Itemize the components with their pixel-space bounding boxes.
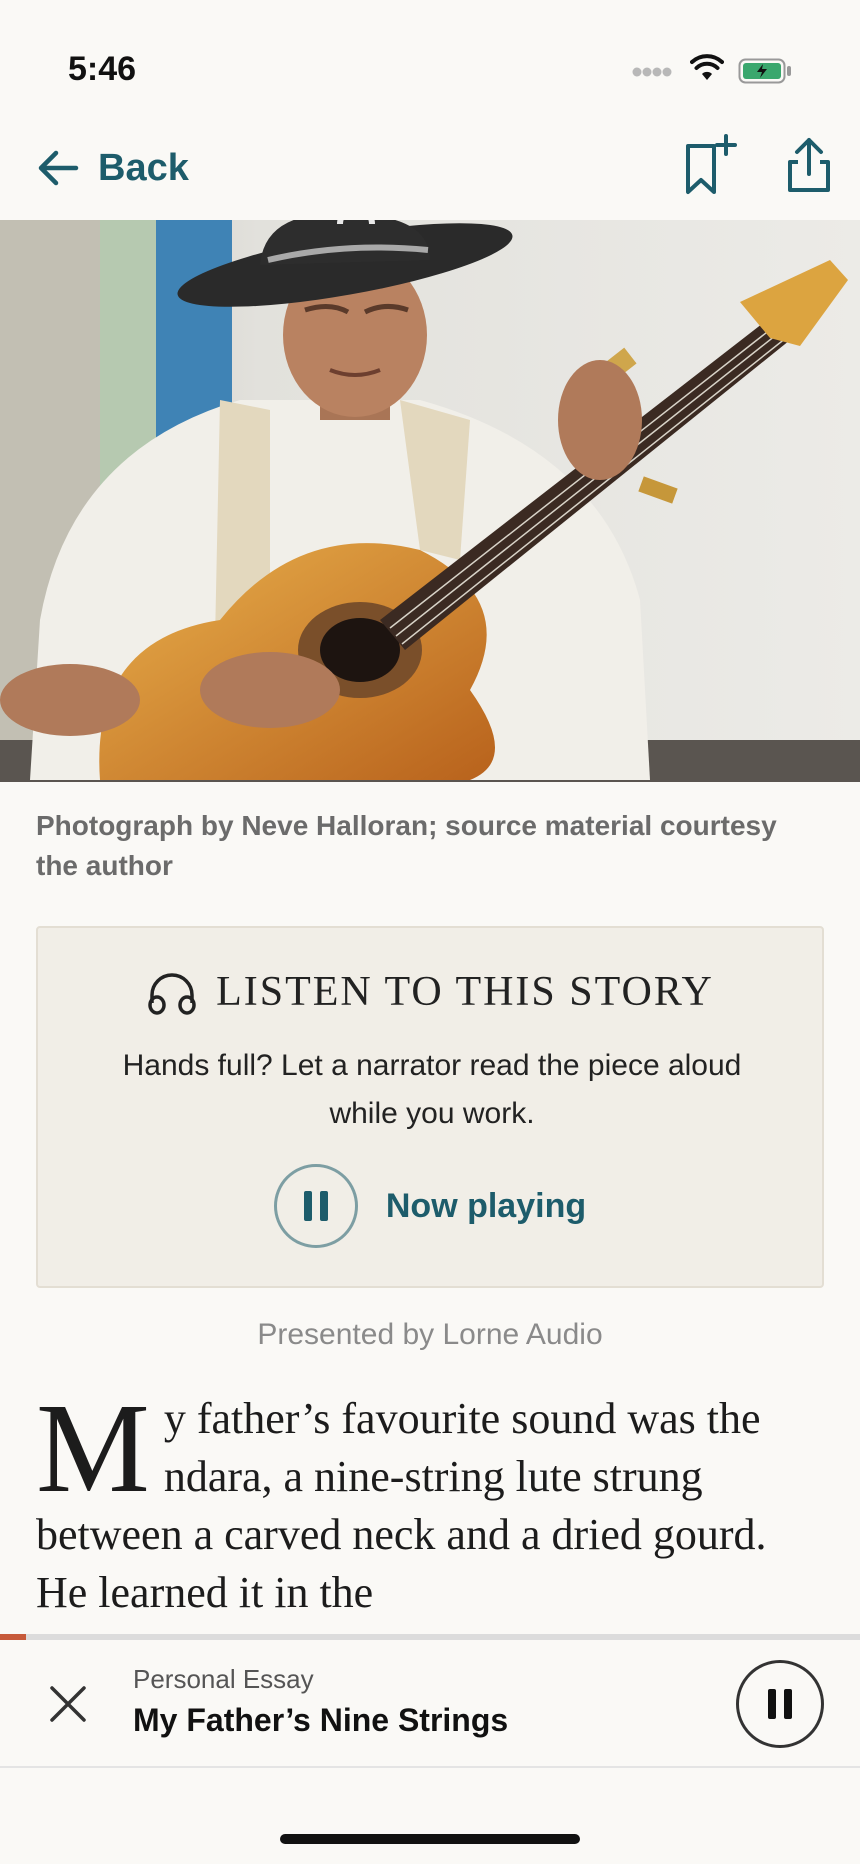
article-body: My father’s favourite sound was the ndar… [36, 1390, 826, 1616]
back-label: Back [98, 146, 189, 189]
listen-heading: LISTEN TO THIS STORY [38, 968, 822, 1016]
photo-caption: Photograph by Neve Halloran; source mate… [36, 810, 777, 881]
status-bar: 5:46 [0, 0, 860, 120]
musician-with-guitar-illustration [0, 220, 860, 782]
now-playing-control[interactable]: Now playing [38, 1164, 822, 1248]
headphones-icon [148, 973, 196, 1015]
back-arrow-icon [38, 150, 79, 186]
bookmark-add-icon[interactable] [680, 134, 742, 196]
player-title[interactable]: My Father’s Nine Strings [133, 1702, 508, 1739]
pause-button[interactable] [273, 1164, 358, 1248]
wifi-icon [690, 54, 724, 80]
sponsor-line: Presented by Lorne Audio [257, 1318, 603, 1351]
battery-charging-icon [738, 58, 791, 84]
listen-title: LISTEN TO THIS STORY [216, 969, 714, 1015]
player-pause-button[interactable] [736, 1660, 824, 1748]
now-playing-label[interactable]: Now playing [386, 1187, 586, 1226]
share-icon[interactable] [778, 134, 840, 196]
hero-photo [0, 220, 860, 782]
player-category: Personal Essay [133, 1664, 314, 1694]
drop-cap: M [36, 1390, 150, 1519]
close-icon[interactable] [46, 1682, 90, 1726]
nav-bar: Back [0, 120, 860, 220]
pause-icon [303, 1191, 312, 1221]
status-time: 5:46 [68, 50, 137, 88]
listen-description: Hands full? Let a narrator read the piec… [122, 1049, 742, 1130]
listen-to-story-panel: LISTEN TO THIS STORY Hands full? Let a n… [36, 926, 824, 1288]
home-indicator[interactable] [280, 1834, 580, 1844]
mini-player[interactable]: Personal Essay My Father’s Nine Strings [0, 1640, 860, 1768]
cellular-signal-icon [632, 67, 672, 77]
pause-icon [768, 1689, 776, 1719]
back-button[interactable]: Back [36, 140, 189, 196]
